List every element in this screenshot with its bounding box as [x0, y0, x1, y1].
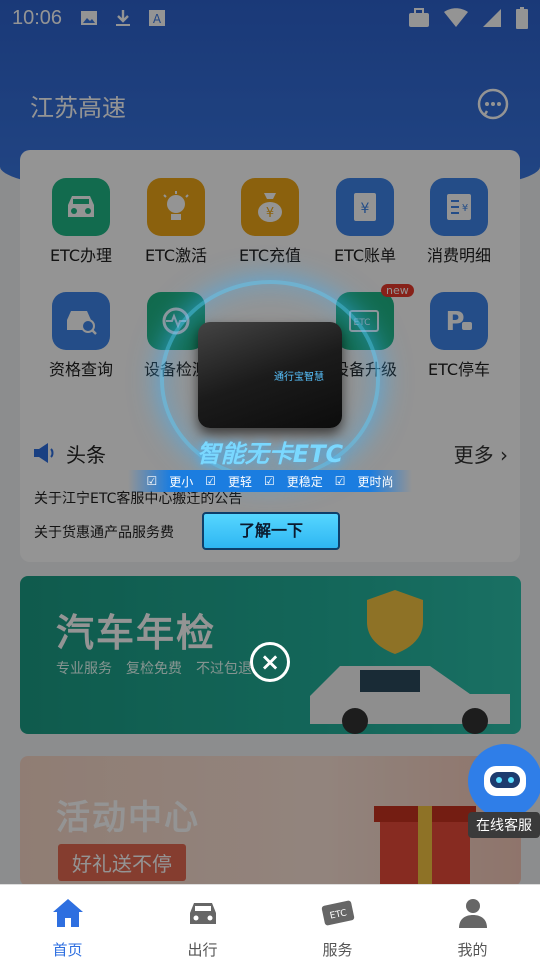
etc-device-image: 通行宝智慧 [198, 322, 342, 428]
tab-travel[interactable]: 出行 [135, 885, 270, 960]
robot-icon [468, 744, 540, 818]
tab-label: 服务 [322, 941, 353, 959]
popup-feature: 更轻 [227, 474, 252, 489]
close-icon: × [259, 648, 281, 676]
user-icon [458, 899, 487, 928]
device-brand: 通行宝智慧 [274, 372, 324, 383]
customer-service-button[interactable]: 在线客服 [466, 744, 540, 838]
popup-title: 智能无卡ETC [196, 440, 344, 468]
etc-ticket-icon: ETC [321, 900, 354, 926]
tab-label: 首页 [52, 941, 83, 959]
close-popup-button[interactable]: × [250, 642, 290, 682]
popup-feature: 更稳定 [286, 474, 323, 489]
tab-mine[interactable]: 我的 [405, 885, 540, 960]
checkbox-icon: ☑ [205, 474, 216, 488]
bottom-tab-bar: 首页 出行 ETC 服务 我的 [0, 884, 540, 960]
tab-services[interactable]: ETC 服务 [270, 885, 405, 960]
checkbox-icon: ☑ [146, 474, 158, 488]
popup-feature: 更时尚 [357, 474, 394, 489]
customer-service-label: 在线客服 [468, 812, 540, 838]
car-icon [189, 903, 216, 924]
popup-feature: 更小 [169, 474, 194, 489]
checkbox-icon: ☑ [264, 474, 275, 488]
learn-more-button[interactable]: 了解一下 [202, 512, 340, 550]
tab-home[interactable]: 首页 [0, 885, 135, 960]
tab-label: 出行 [187, 941, 218, 959]
popup-features: ☑ 更小 ☑ 更轻 ☑ 更稳定 ☑ 更时尚 [128, 470, 412, 492]
home-icon [52, 899, 83, 927]
promo-popup: 通行宝智慧 智能无卡ETC ☑ 更小 ☑ 更轻 ☑ 更稳定 ☑ 更时尚 了解一下 [120, 280, 420, 560]
tab-label: 我的 [457, 941, 488, 959]
checkbox-icon: ☑ [334, 474, 346, 488]
